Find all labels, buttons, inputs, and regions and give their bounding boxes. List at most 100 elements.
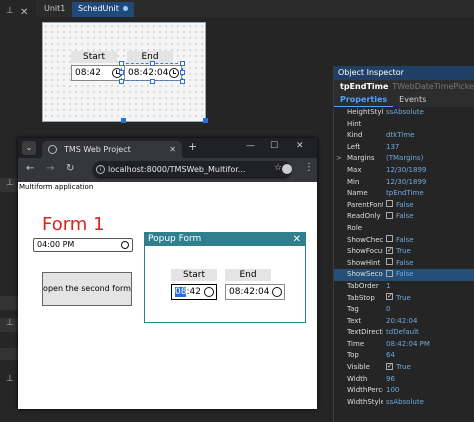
expand-icon[interactable]: > xyxy=(336,153,344,165)
close-window-icon[interactable]: ✕ xyxy=(296,141,304,151)
property-checkbox[interactable] xyxy=(386,269,393,277)
property-value[interactable]: 0 xyxy=(386,304,390,316)
tab-search-icon[interactable]: ⌄ xyxy=(22,141,36,155)
property-row[interactable]: TabOrder 1 xyxy=(334,281,474,293)
popup-start-time[interactable]: 08:42 xyxy=(171,284,217,300)
address-bar[interactable]: i localhost:8000/TMSWeb_Multifor... xyxy=(92,161,292,179)
profile-icon[interactable] xyxy=(282,164,292,174)
property-value[interactable]: False xyxy=(386,258,414,270)
back-icon[interactable]: ← xyxy=(26,163,34,174)
bookmark-star-icon[interactable]: ☆ xyxy=(274,163,282,173)
property-value[interactable]: False xyxy=(386,269,414,281)
property-checkbox[interactable] xyxy=(386,200,393,208)
property-value[interactable]: 12/30/1899 xyxy=(386,177,426,189)
property-row[interactable]: Max 12/30/1899 xyxy=(334,165,474,177)
property-row[interactable]: Top 64 xyxy=(334,350,474,362)
tab-schedunit[interactable]: SchedUnit xyxy=(72,2,134,17)
property-row[interactable]: ReadOnly False xyxy=(334,211,474,223)
popup-header[interactable]: Popup Form ✕ xyxy=(145,233,305,246)
resize-handle[interactable] xyxy=(150,61,155,66)
close-tab-icon[interactable]: ✕ xyxy=(169,141,176,158)
property-value[interactable]: dtkTime xyxy=(386,130,414,142)
property-row[interactable]: Min 12/30/1899 xyxy=(334,177,474,189)
pin-icon[interactable]: ⊥ xyxy=(6,6,14,16)
property-value[interactable]: ssAbsolute xyxy=(386,107,424,119)
reload-icon[interactable]: ↻ xyxy=(66,163,74,174)
property-checkbox[interactable] xyxy=(386,291,393,303)
property-row[interactable]: Left 137 xyxy=(334,142,474,154)
property-row[interactable]: Name tpEndTime xyxy=(334,188,474,200)
property-value[interactable]: True xyxy=(386,245,411,258)
close-icon[interactable]: ✕ xyxy=(20,7,28,18)
time-input[interactable]: 04:00 PM xyxy=(33,238,133,252)
property-checkbox[interactable] xyxy=(386,361,393,372)
property-value[interactable]: 96 xyxy=(386,374,395,386)
property-value[interactable]: False xyxy=(386,211,414,223)
minimize-icon[interactable]: — xyxy=(246,141,255,151)
designer-start-label[interactable]: Start xyxy=(71,51,117,63)
property-row[interactable]: ShowCheckBox False xyxy=(334,235,474,247)
clock-icon[interactable] xyxy=(272,287,282,297)
property-checkbox[interactable] xyxy=(386,235,393,243)
more-menu-icon[interactable]: ⋮ xyxy=(304,162,314,173)
pin-icon[interactable]: ⊥ xyxy=(6,178,14,188)
clock-icon[interactable] xyxy=(121,241,129,249)
property-value[interactable]: 12/30/1899 xyxy=(386,165,426,177)
resize-handle[interactable] xyxy=(180,61,185,66)
form-resize-handle[interactable] xyxy=(121,118,126,123)
site-info-icon[interactable]: i xyxy=(96,165,105,174)
property-row[interactable]: Text 20:42:04 xyxy=(334,316,474,328)
property-checkbox[interactable] xyxy=(386,258,393,266)
resize-handle[interactable] xyxy=(150,79,155,84)
resize-handle[interactable] xyxy=(119,79,124,84)
clock-icon[interactable] xyxy=(204,287,214,297)
property-value[interactable]: (TMargins) xyxy=(386,153,423,165)
property-value[interactable]: 20:42:04 xyxy=(386,316,417,328)
forward-icon[interactable]: → xyxy=(46,163,54,174)
property-row[interactable]: ShowSeconds False xyxy=(334,269,474,281)
new-tab-icon[interactable]: + xyxy=(188,140,197,153)
popup-close-icon[interactable]: ✕ xyxy=(293,233,301,246)
resize-handle[interactable] xyxy=(180,70,185,75)
property-row[interactable]: Kind dtkTime xyxy=(334,130,474,142)
form-resize-handle[interactable] xyxy=(203,118,208,123)
property-row[interactable]: Width 96 xyxy=(334,374,474,386)
property-row[interactable]: > Margins (TMargins) xyxy=(334,153,474,165)
property-row[interactable]: HeightStylessAbsolute xyxy=(334,107,474,119)
property-row[interactable]: TabStop True xyxy=(334,291,474,305)
start-hour-segment[interactable]: 08 xyxy=(175,287,187,297)
resize-handle[interactable] xyxy=(119,70,124,75)
designer-start-time[interactable]: 08:42 xyxy=(71,65,125,81)
property-row[interactable]: Time 08:42:04 PM xyxy=(334,339,474,351)
property-value[interactable]: tdDefault xyxy=(386,327,419,339)
property-row[interactable]: WidthPercent100 xyxy=(334,385,474,397)
property-value[interactable]: ssAbsolute xyxy=(386,397,424,409)
inspector-component-selector[interactable]: tpEndTime TWebDateTimePicker xyxy=(334,80,474,94)
start-rest-segment[interactable]: :42 xyxy=(186,287,200,297)
tab-events[interactable]: Events xyxy=(393,94,432,107)
property-row[interactable]: Role xyxy=(334,223,474,235)
property-value[interactable]: 100 xyxy=(386,385,399,397)
property-row[interactable]: Tag 0 xyxy=(334,304,474,316)
property-value[interactable]: True xyxy=(386,291,411,305)
property-row[interactable]: TextDirectiontdDefault xyxy=(334,327,474,339)
pin-icon[interactable]: ⊥ xyxy=(6,318,14,328)
property-checkbox[interactable] xyxy=(386,211,393,219)
property-value[interactable]: False xyxy=(386,200,414,212)
property-row[interactable]: ParentFont False xyxy=(334,200,474,212)
open-second-form-button[interactable]: open the second form xyxy=(42,272,132,306)
pin-icon[interactable]: ⊥ xyxy=(6,374,14,384)
property-value[interactable]: True xyxy=(386,361,411,374)
property-row[interactable]: WidthStyle ssAbsolute xyxy=(334,397,474,409)
property-value[interactable]: 137 xyxy=(386,142,399,154)
maximize-icon[interactable]: ☐ xyxy=(270,141,278,151)
resize-handle[interactable] xyxy=(180,79,185,84)
property-row[interactable]: Visible True xyxy=(334,361,474,374)
tab-properties[interactable]: Properties xyxy=(334,94,394,107)
property-value[interactable]: tpEndTime xyxy=(386,188,424,200)
property-checkbox[interactable] xyxy=(386,245,393,256)
popup-end-time[interactable]: 08:42:04 xyxy=(225,284,285,300)
tab-unit1[interactable]: Unit1 xyxy=(38,2,71,17)
property-row[interactable]: ShowHint False xyxy=(334,258,474,270)
property-row[interactable]: Hint xyxy=(334,119,474,131)
